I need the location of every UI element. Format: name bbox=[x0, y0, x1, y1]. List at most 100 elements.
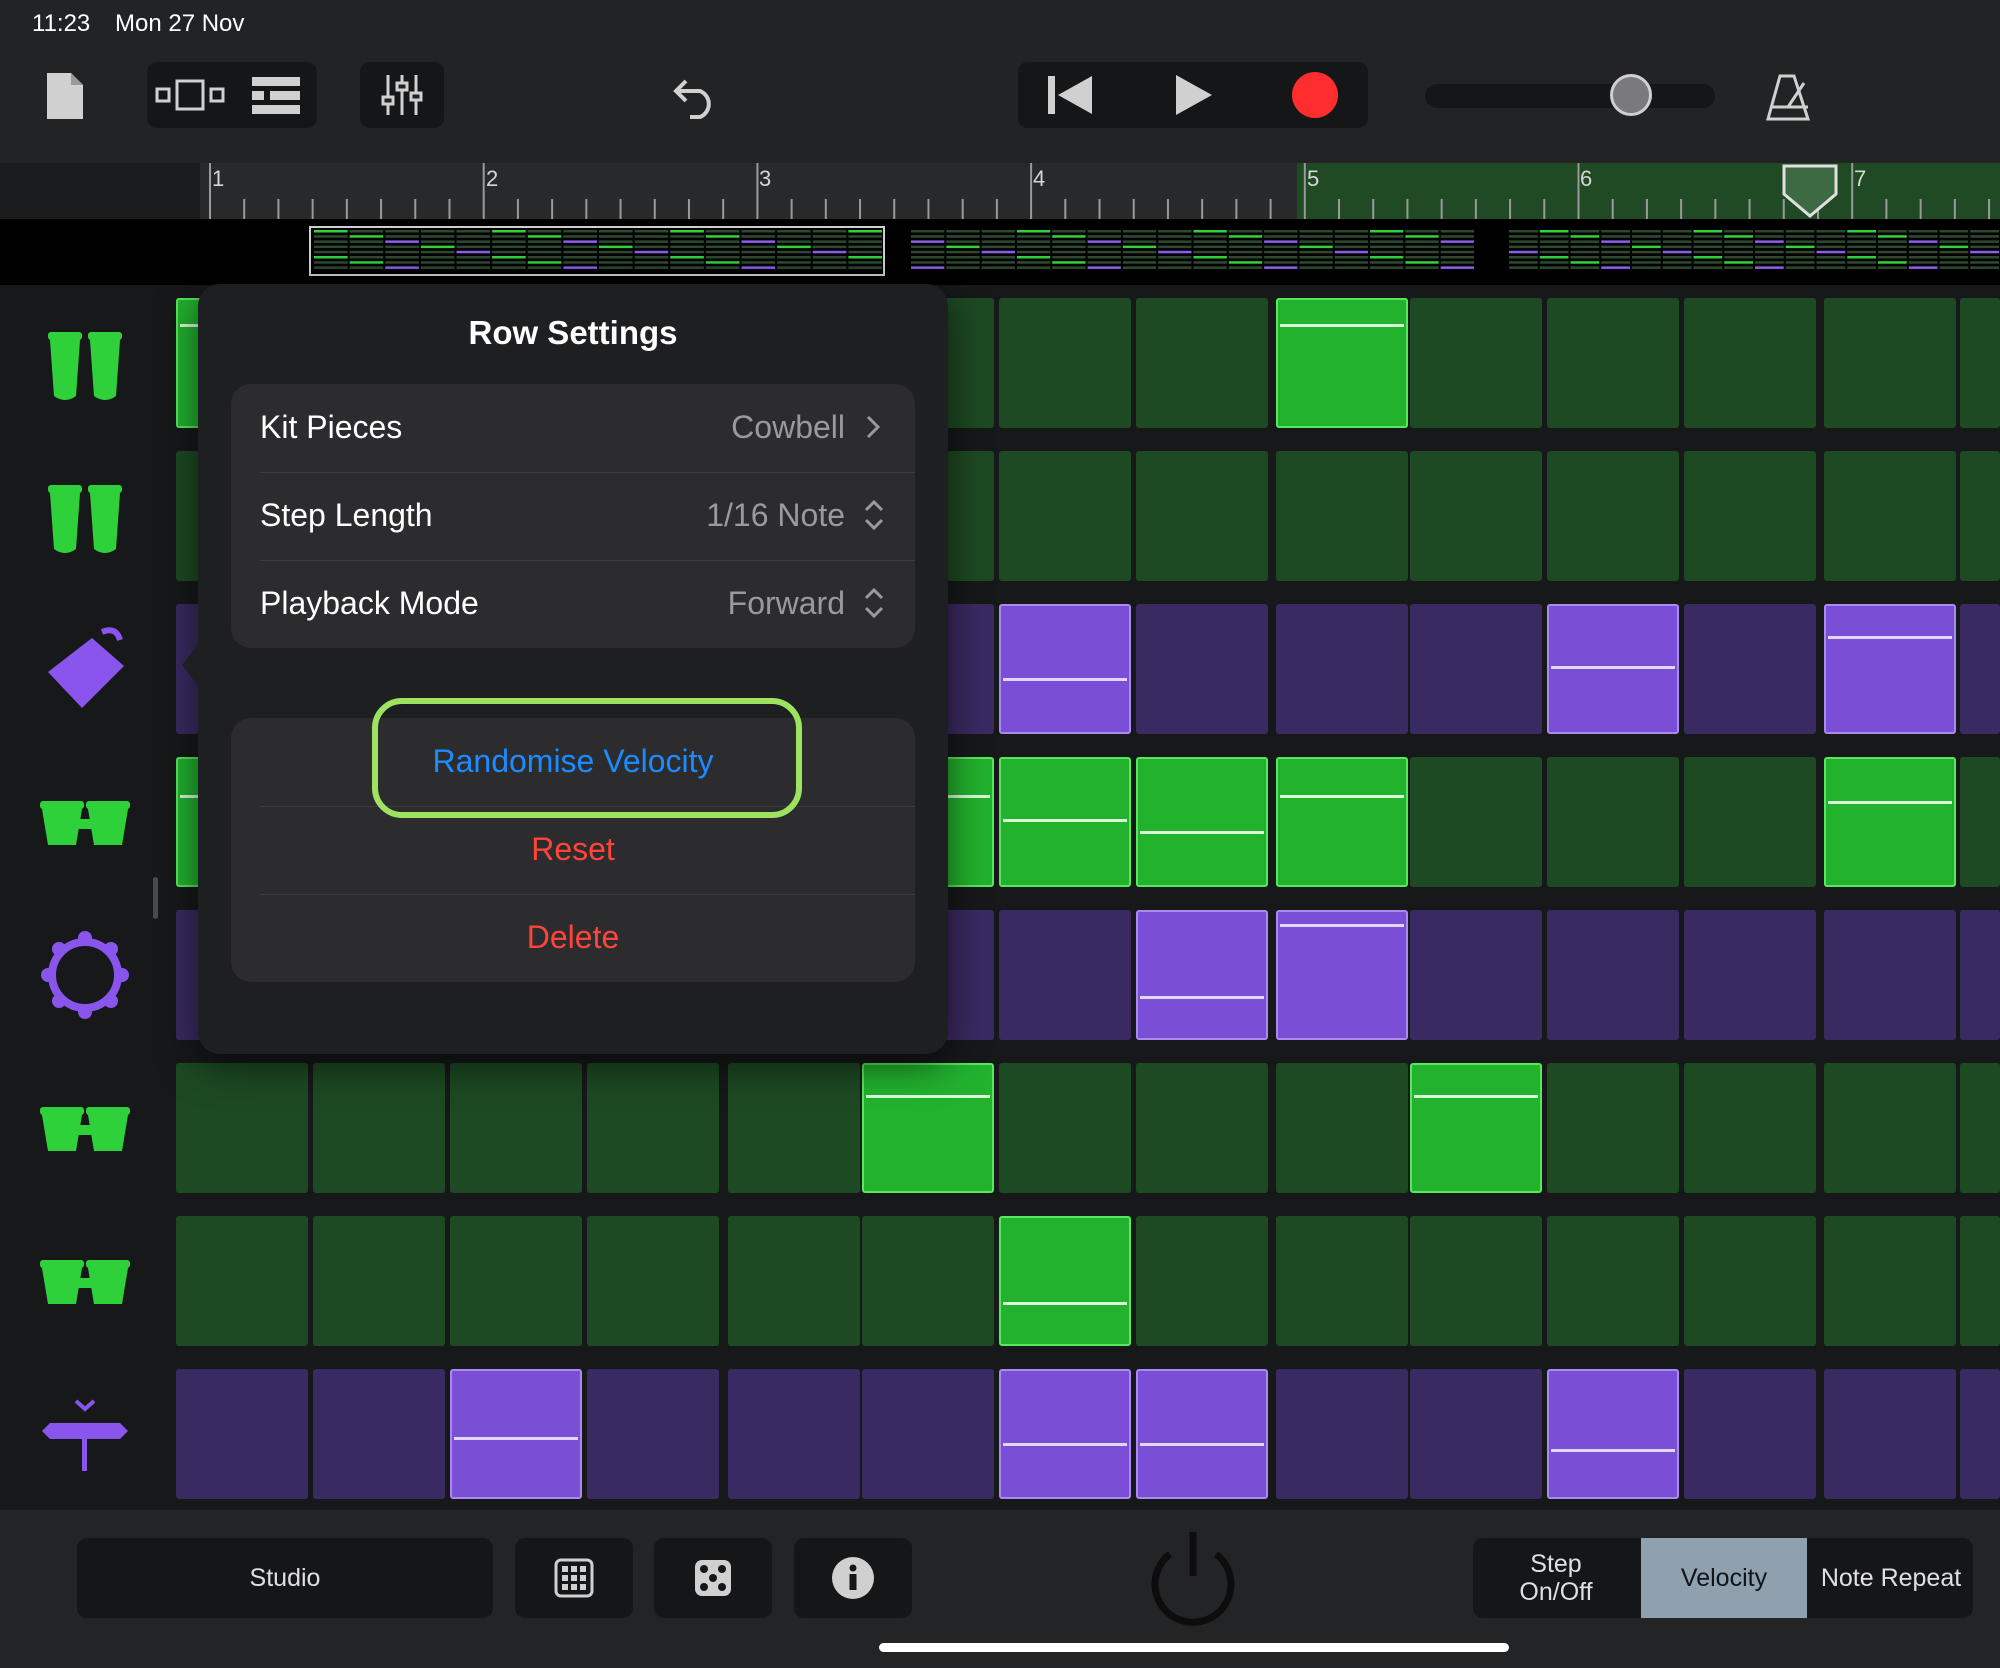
step-cell[interactable] bbox=[1410, 1216, 1542, 1346]
step-cell[interactable] bbox=[1410, 1063, 1542, 1193]
step-cell[interactable] bbox=[1684, 1369, 1816, 1499]
step-cell[interactable] bbox=[1276, 1063, 1408, 1193]
step-cell[interactable] bbox=[1960, 1369, 2000, 1499]
step-cell[interactable] bbox=[1136, 298, 1268, 428]
step-cell[interactable] bbox=[999, 451, 1131, 581]
step-cell[interactable] bbox=[1547, 910, 1679, 1040]
step-cell[interactable] bbox=[1410, 910, 1542, 1040]
scroll-handle[interactable] bbox=[153, 877, 158, 919]
step-cell[interactable] bbox=[313, 1369, 445, 1499]
step-cell[interactable] bbox=[1684, 604, 1816, 734]
step-cell[interactable] bbox=[1547, 1369, 1679, 1499]
step-cell[interactable] bbox=[313, 1063, 445, 1193]
step-cell[interactable] bbox=[450, 1369, 582, 1499]
step-cell[interactable] bbox=[1824, 757, 1956, 887]
step-cell[interactable] bbox=[728, 1216, 860, 1346]
step-cell[interactable] bbox=[1684, 451, 1816, 581]
step-cell[interactable] bbox=[1824, 298, 1956, 428]
playback-mode-row[interactable]: Playback Mode Forward bbox=[231, 560, 915, 648]
step-cell[interactable] bbox=[1684, 298, 1816, 428]
step-cell[interactable] bbox=[1136, 1063, 1268, 1193]
step-cell[interactable] bbox=[1960, 910, 2000, 1040]
cowbell-icon[interactable] bbox=[30, 614, 140, 724]
step-cell[interactable] bbox=[313, 1216, 445, 1346]
step-cell[interactable] bbox=[1276, 910, 1408, 1040]
step-cell[interactable] bbox=[587, 1063, 719, 1193]
step-cell[interactable] bbox=[1136, 604, 1268, 734]
step-cell[interactable] bbox=[1276, 1369, 1408, 1499]
delete-button[interactable]: Delete bbox=[231, 919, 915, 956]
step-cell[interactable] bbox=[999, 910, 1131, 1040]
step-cell[interactable] bbox=[1960, 604, 2000, 734]
step-cell[interactable] bbox=[1276, 298, 1408, 428]
step-cell[interactable] bbox=[1276, 1216, 1408, 1346]
step-cell[interactable] bbox=[1136, 1369, 1268, 1499]
dice-icon[interactable] bbox=[654, 1538, 772, 1618]
step-cell[interactable] bbox=[450, 1063, 582, 1193]
power-icon[interactable] bbox=[1140, 1528, 1246, 1634]
step-cell[interactable] bbox=[1960, 298, 2000, 428]
step-cell[interactable] bbox=[999, 1216, 1131, 1346]
step-cell[interactable] bbox=[999, 1369, 1131, 1499]
kit-pieces-row[interactable]: Kit Pieces Cowbell bbox=[231, 384, 915, 472]
step-cell[interactable] bbox=[1684, 1216, 1816, 1346]
step-cell[interactable] bbox=[1547, 451, 1679, 581]
step-cell[interactable] bbox=[587, 1216, 719, 1346]
studio-button[interactable]: Studio bbox=[77, 1538, 493, 1618]
step-cell[interactable] bbox=[999, 1063, 1131, 1193]
shaker-icon[interactable] bbox=[30, 1379, 140, 1489]
step-cell[interactable] bbox=[1410, 757, 1542, 887]
step-cell[interactable] bbox=[728, 1063, 860, 1193]
step-cell[interactable] bbox=[1824, 1063, 1956, 1193]
step-cell[interactable] bbox=[1136, 910, 1268, 1040]
step-cell[interactable] bbox=[1410, 298, 1542, 428]
step-cell[interactable] bbox=[1960, 757, 2000, 887]
step-cell[interactable] bbox=[1136, 1216, 1268, 1346]
conga-icon[interactable] bbox=[30, 461, 140, 571]
step-cell[interactable] bbox=[1276, 604, 1408, 734]
step-cell[interactable] bbox=[1136, 451, 1268, 581]
conga-icon[interactable] bbox=[30, 308, 140, 418]
step-cell[interactable] bbox=[1824, 451, 1956, 581]
info-icon[interactable] bbox=[794, 1538, 912, 1618]
step-on-off-segment[interactable]: Step On/Off bbox=[1473, 1538, 1639, 1618]
step-cell[interactable] bbox=[1960, 451, 2000, 581]
step-cell[interactable] bbox=[1547, 1063, 1679, 1193]
bongo-icon[interactable] bbox=[30, 1226, 140, 1336]
step-cell[interactable] bbox=[1547, 1216, 1679, 1346]
step-cell[interactable] bbox=[587, 1369, 719, 1499]
step-cell[interactable] bbox=[1547, 604, 1679, 734]
step-cell[interactable] bbox=[1960, 1063, 2000, 1193]
step-cell[interactable] bbox=[1547, 757, 1679, 887]
bongo-icon[interactable] bbox=[30, 767, 140, 877]
step-cell[interactable] bbox=[1136, 757, 1268, 887]
tambourine-icon[interactable] bbox=[30, 920, 140, 1030]
step-cell[interactable] bbox=[1276, 451, 1408, 581]
step-cell[interactable] bbox=[176, 1369, 308, 1499]
step-cell[interactable] bbox=[176, 1216, 308, 1346]
home-indicator[interactable] bbox=[879, 1643, 1509, 1652]
step-cell[interactable] bbox=[999, 757, 1131, 887]
step-cell[interactable] bbox=[1960, 1216, 2000, 1346]
step-cell[interactable] bbox=[1684, 757, 1816, 887]
step-cell[interactable] bbox=[999, 298, 1131, 428]
step-cell[interactable] bbox=[176, 1063, 308, 1193]
step-cell[interactable] bbox=[1410, 451, 1542, 581]
step-cell[interactable] bbox=[728, 1369, 860, 1499]
step-cell[interactable] bbox=[1276, 757, 1408, 887]
velocity-segment[interactable]: Velocity bbox=[1641, 1538, 1807, 1618]
step-cell[interactable] bbox=[450, 1216, 582, 1346]
note-repeat-segment[interactable]: Note Repeat bbox=[1809, 1538, 1973, 1618]
step-cell[interactable] bbox=[1824, 1369, 1956, 1499]
step-length-row[interactable]: Step Length 1/16 Note bbox=[231, 472, 915, 560]
step-cell[interactable] bbox=[1684, 910, 1816, 1040]
step-cell[interactable] bbox=[1824, 1216, 1956, 1346]
step-cell[interactable] bbox=[862, 1369, 994, 1499]
reset-button[interactable]: Reset bbox=[231, 831, 915, 868]
grid-icon[interactable] bbox=[515, 1538, 633, 1618]
step-cell[interactable] bbox=[862, 1216, 994, 1346]
step-cell[interactable] bbox=[1547, 298, 1679, 428]
bongo-icon[interactable] bbox=[30, 1073, 140, 1183]
step-cell[interactable] bbox=[1684, 1063, 1816, 1193]
step-cell[interactable] bbox=[999, 604, 1131, 734]
